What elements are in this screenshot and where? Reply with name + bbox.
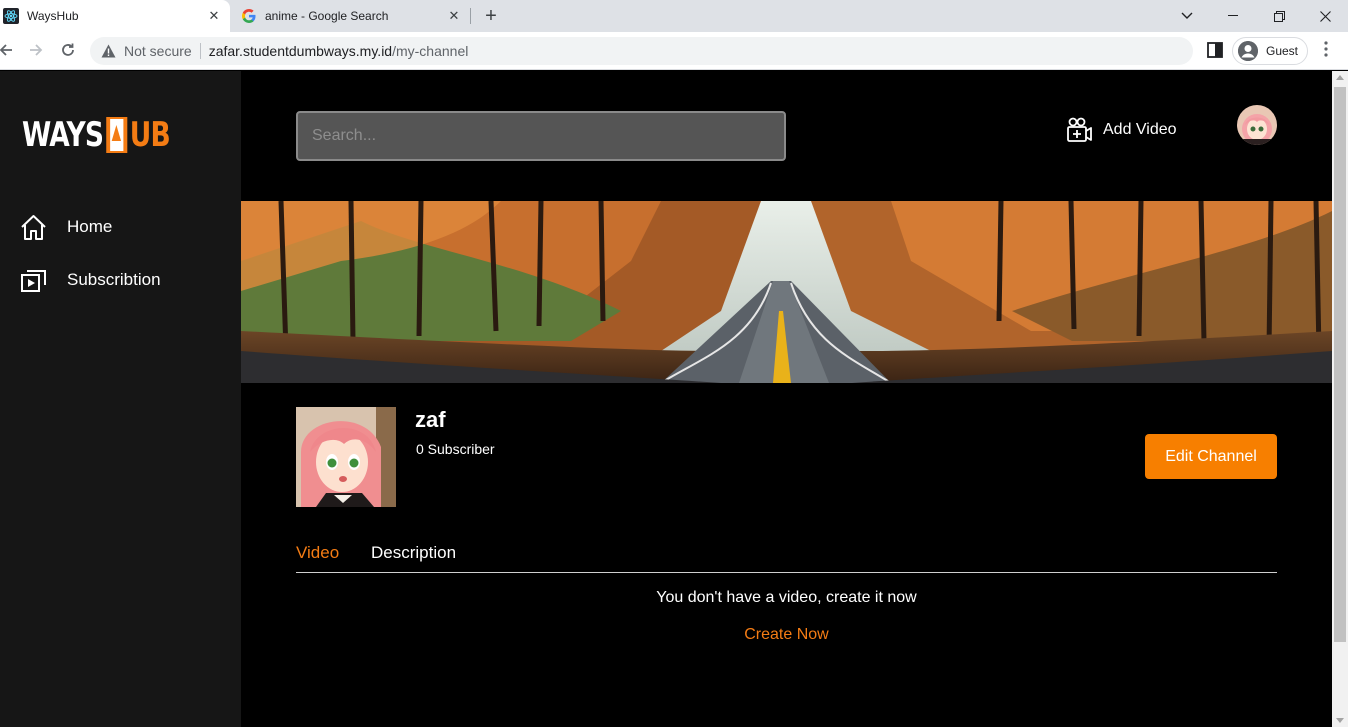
sidebar-item-home[interactable]: Home bbox=[20, 211, 112, 243]
user-avatar[interactable] bbox=[1237, 105, 1277, 145]
edit-channel-button[interactable]: Edit Channel bbox=[1145, 434, 1277, 479]
side-panel-icon[interactable] bbox=[1207, 42, 1223, 58]
empty-state-message: You don't have a video, create it now bbox=[656, 589, 917, 606]
search-input[interactable] bbox=[296, 111, 786, 161]
reload-icon[interactable] bbox=[54, 36, 82, 64]
tab-video[interactable]: Video bbox=[296, 543, 339, 563]
tab-search-chevron-icon[interactable] bbox=[1164, 0, 1210, 32]
scroll-down-arrow-icon[interactable] bbox=[1336, 718, 1344, 723]
browser-tab-wayshub[interactable]: WaysHub ✕ bbox=[0, 0, 230, 32]
react-favicon-icon bbox=[3, 8, 19, 24]
channel-avatar bbox=[296, 407, 396, 507]
add-video-label: Add Video bbox=[1103, 121, 1177, 138]
back-arrow-icon[interactable] bbox=[0, 36, 20, 64]
subscriber-count: 0 Subscriber bbox=[416, 441, 495, 457]
restore-icon[interactable] bbox=[1256, 0, 1302, 32]
forward-arrow-icon[interactable] bbox=[22, 36, 50, 64]
channel-banner bbox=[241, 201, 1332, 383]
logo-text-right: UB bbox=[129, 115, 171, 155]
logo-text-left: WAYS bbox=[22, 115, 104, 155]
address-bar[interactable]: Not secure zafar.studentdumbways.my.id/m… bbox=[90, 37, 1193, 65]
browser-menu-icon[interactable] bbox=[1318, 38, 1334, 64]
url-host: zafar.studentdumbways.my.id bbox=[208, 43, 393, 59]
sidebar-item-subscription[interactable]: Subscribtion bbox=[20, 264, 161, 296]
video-camera-add-icon bbox=[1067, 117, 1092, 142]
page-scrollbar[interactable] bbox=[1332, 71, 1348, 727]
new-tab-button[interactable]: + bbox=[480, 5, 502, 27]
sidebar-item-label: Subscribtion bbox=[67, 270, 161, 289]
tab-description[interactable]: Description bbox=[371, 543, 456, 563]
url-path: /my-channel bbox=[392, 43, 469, 59]
scroll-up-arrow-icon[interactable] bbox=[1336, 75, 1344, 80]
tab-separator bbox=[470, 8, 471, 24]
create-now-link-label[interactable]: Create Now bbox=[744, 626, 828, 643]
channel-tabs: Video Description bbox=[296, 541, 1277, 573]
browser-tab-strip: WaysHub ✕ anime - Google Search ✕ + bbox=[0, 0, 1348, 32]
main-content: Add Video bbox=[241, 71, 1332, 727]
security-status[interactable]: Not secure bbox=[124, 43, 192, 59]
sidebar-item-label: Home bbox=[67, 217, 113, 236]
sidebar: WAYS UB Home Subscribtion bbox=[0, 71, 241, 727]
close-window-icon[interactable] bbox=[1302, 0, 1348, 32]
logo-play-icon bbox=[106, 117, 128, 153]
warning-icon[interactable] bbox=[100, 43, 116, 59]
browser-tab-title: WaysHub bbox=[27, 9, 79, 23]
browser-tab-title: anime - Google Search bbox=[265, 9, 389, 23]
guest-avatar-icon bbox=[1238, 41, 1258, 61]
close-tab-icon[interactable]: ✕ bbox=[204, 6, 224, 26]
create-now-link: Create Now bbox=[296, 626, 1277, 644]
scroll-thumb[interactable] bbox=[1334, 87, 1346, 642]
profile-button[interactable]: Guest bbox=[1232, 37, 1308, 65]
wayshub-logo[interactable]: WAYS UB bbox=[22, 115, 171, 155]
address-divider bbox=[199, 43, 201, 59]
profile-label: Guest bbox=[1266, 44, 1299, 58]
subscription-icon bbox=[21, 269, 46, 292]
minimize-icon[interactable] bbox=[1210, 0, 1256, 32]
channel-name: zaf bbox=[415, 407, 446, 432]
browser-toolbar: Not secure zafar.studentdumbways.my.id/m… bbox=[0, 32, 1348, 70]
home-icon bbox=[21, 214, 46, 240]
google-favicon-icon bbox=[241, 8, 257, 24]
wayshub-app: WAYS UB Home Subscribtion Search... Add … bbox=[0, 71, 1332, 727]
add-video-button[interactable]: Add Video bbox=[1066, 116, 1177, 144]
close-tab-icon[interactable]: ✕ bbox=[444, 6, 464, 26]
browser-tab-google[interactable]: anime - Google Search ✕ bbox=[232, 0, 470, 32]
